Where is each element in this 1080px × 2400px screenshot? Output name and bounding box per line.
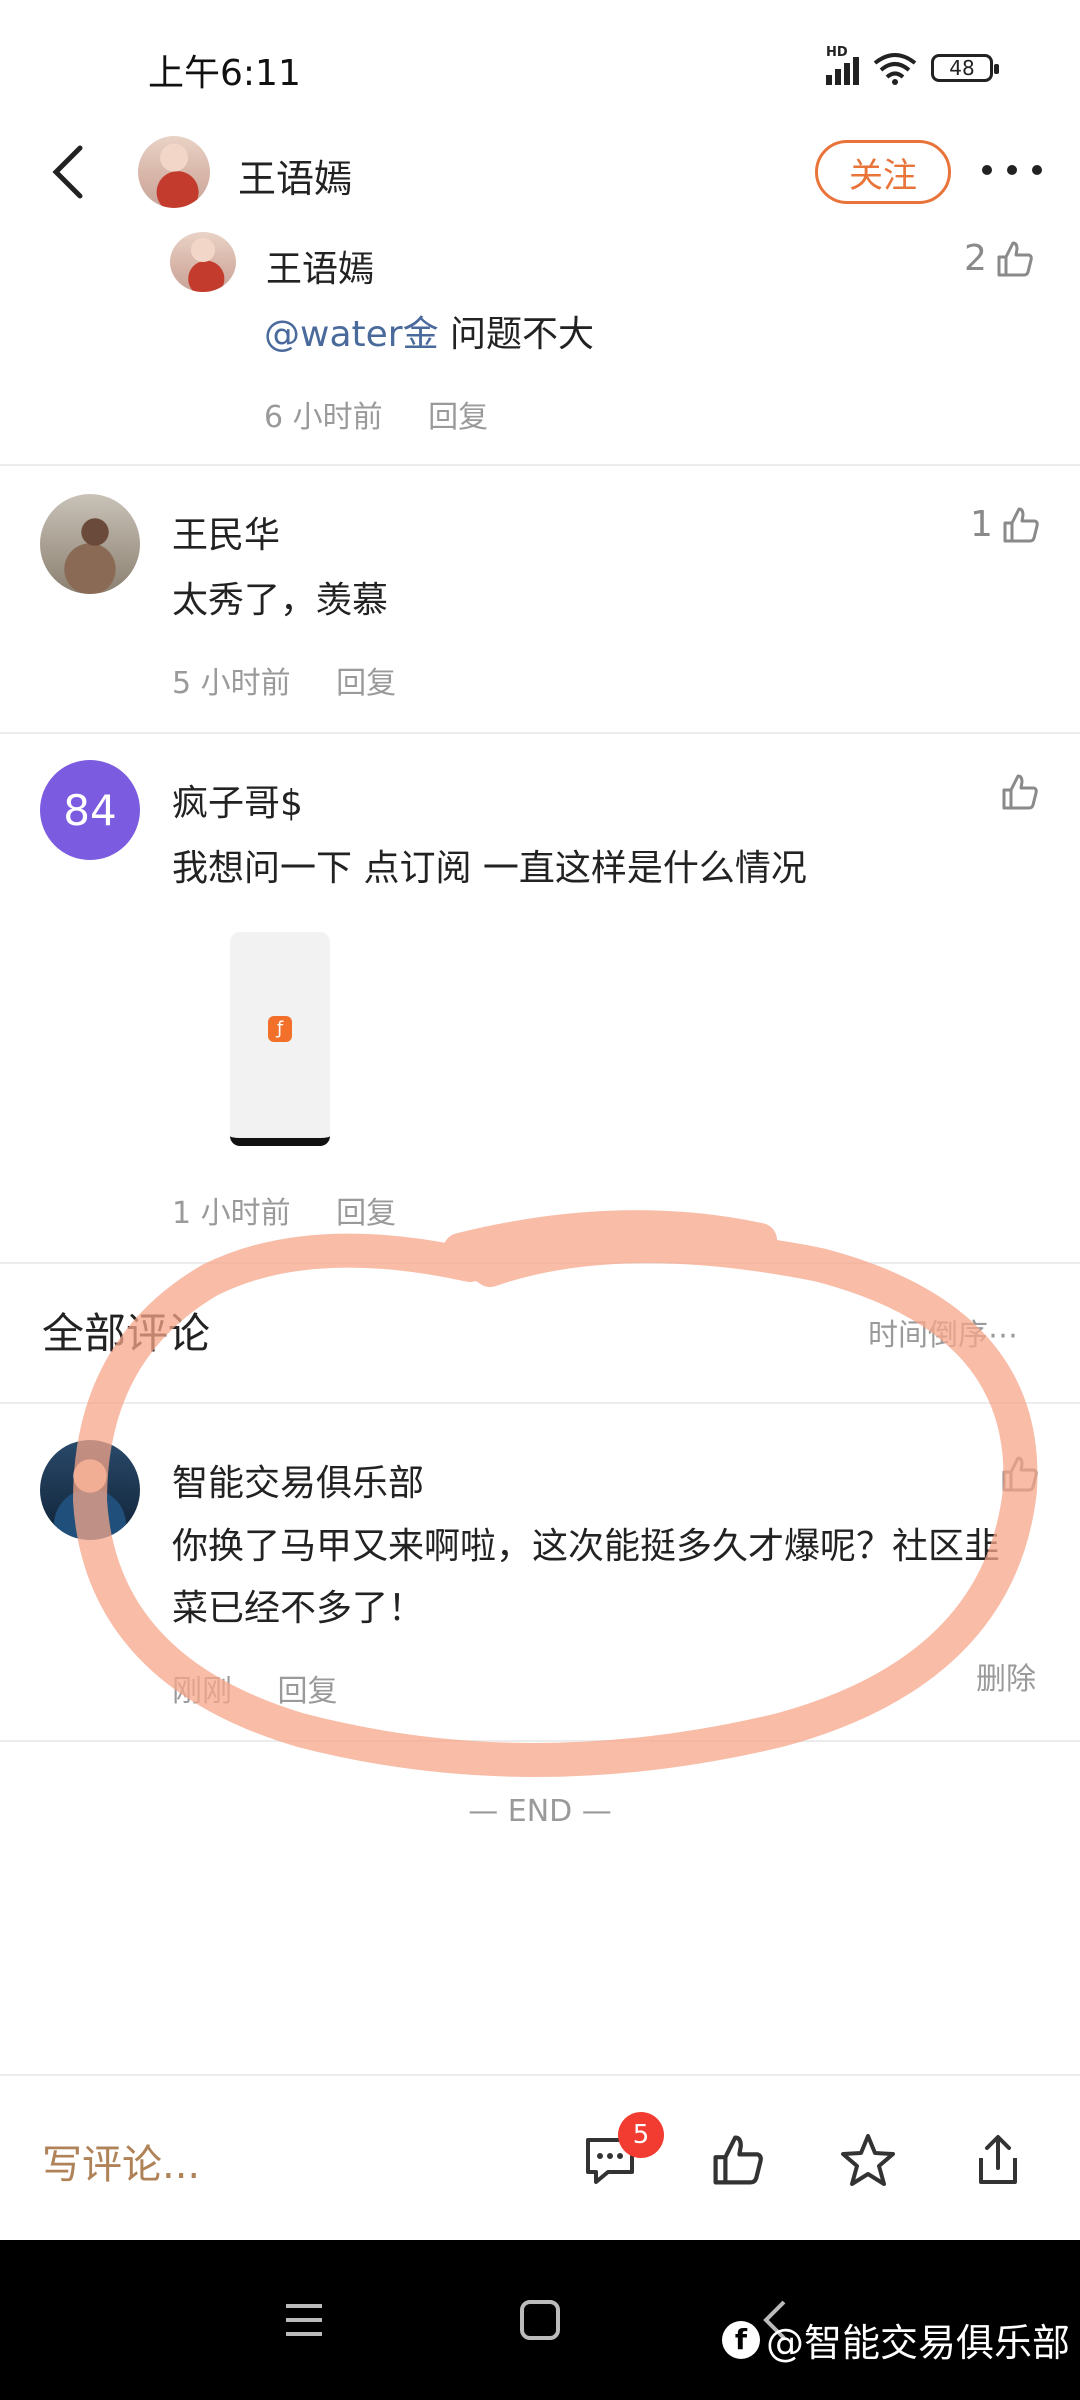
hd-label: HD: [826, 45, 848, 60]
more-dot-icon: [982, 165, 992, 175]
reply-link[interactable]: 回复: [428, 400, 488, 435]
divider: [0, 1262, 1080, 1264]
more-button[interactable]: [982, 160, 1042, 180]
home-square-icon: [520, 2300, 560, 2340]
reply-link[interactable]: 回复: [336, 1196, 396, 1231]
share-icon: [979, 2135, 1017, 2184]
like-button[interactable]: 1: [970, 504, 1041, 545]
mention-link[interactable]: @water金: [264, 314, 439, 355]
comment-time: 6 小时前: [264, 400, 383, 435]
app-logo-icon: ƒ: [268, 1016, 292, 1042]
section-title: 全部评论: [42, 1309, 211, 1358]
watermark-logo-icon: f: [722, 2320, 760, 2359]
like-button[interactable]: [1000, 1454, 1040, 1494]
comment-author[interactable]: 智能交易俱乐部: [172, 1454, 424, 1506]
comment-text: 你换了马甲又来啊啦，这次能挺多久才爆呢？社区韭菜已经不多了！: [172, 1526, 1001, 1629]
like-button[interactable]: [1000, 772, 1040, 812]
reply-link[interactable]: 回复: [278, 1674, 338, 1709]
menu-icon: [286, 2304, 322, 2336]
thumbs-up-icon: [1002, 774, 1038, 810]
back-button[interactable]: [42, 140, 98, 204]
comment-time: 5 小时前: [172, 666, 291, 701]
header-title: 王语嫣: [238, 157, 353, 201]
battery-indicator: 48: [931, 54, 999, 82]
comment-time: 1 小时前: [172, 1196, 291, 1231]
comment-body: 问题不大: [438, 314, 595, 355]
comment-meta: 6 小时前 回复: [264, 392, 488, 436]
comment-author[interactable]: 王语嫣: [266, 240, 374, 292]
like-count: 2: [964, 238, 987, 279]
author-avatar[interactable]: [138, 136, 210, 208]
commenter-avatar[interactable]: [40, 494, 140, 594]
like-post-button[interactable]: [702, 2124, 774, 2196]
comment-meta: 1 小时前 回复: [172, 1188, 396, 1232]
thumbs-up-icon: [1002, 1456, 1038, 1492]
thumbs-up-icon: [713, 2135, 763, 2185]
write-comment-input[interactable]: 写评论...: [42, 2132, 200, 2190]
divider: [0, 464, 1080, 466]
comment-meta: 5 小时前 回复: [172, 658, 396, 702]
wifi-icon: [873, 53, 917, 85]
favorite-button[interactable]: [832, 2124, 904, 2196]
follow-button[interactable]: 关注: [815, 140, 951, 204]
share-button[interactable]: [962, 2124, 1034, 2196]
comment-author[interactable]: 王民华: [172, 506, 280, 558]
commenter-avatar[interactable]: 84: [40, 760, 140, 860]
back-arrow-icon: [52, 145, 83, 199]
like-count: 1: [970, 504, 993, 545]
divider: [0, 1740, 1080, 1742]
sort-dropdown[interactable]: 时间倒序⋯: [868, 1310, 1018, 1354]
thumbs-up-icon: [1003, 507, 1039, 542]
like-button[interactable]: 2: [964, 238, 1035, 279]
divider: [0, 732, 1080, 734]
comment-text: 太秀了，羡慕: [172, 580, 389, 621]
more-dot-icon: [1032, 165, 1042, 175]
comment-meta: 刚刚 回复: [172, 1666, 338, 1710]
end-label: — END —: [468, 1794, 612, 1829]
comment-text: @water金 问题不大: [264, 304, 594, 366]
more-dot-icon: [1007, 165, 1017, 175]
recent-apps-button[interactable]: [282, 2300, 326, 2340]
status-time: 上午6:11: [148, 53, 301, 94]
signal-icon: HD: [826, 45, 859, 85]
delete-button[interactable]: 删除: [976, 1654, 1036, 1698]
divider: [0, 1402, 1080, 1404]
comment-image[interactable]: ƒ: [230, 932, 330, 1146]
home-button[interactable]: [518, 2298, 562, 2342]
comment-count-badge: 5: [618, 2112, 664, 2158]
star-icon: [841, 2134, 895, 2186]
status-icons: HD 48: [826, 45, 999, 88]
thumbs-up-icon: [997, 241, 1033, 276]
commenter-avatar[interactable]: [40, 1440, 140, 1540]
comment-author[interactable]: 疯子哥$: [172, 774, 303, 826]
watermark: f @智能交易俱乐部: [722, 2312, 1070, 2367]
watermark-text: @智能交易俱乐部: [766, 2321, 1071, 2365]
reply-link[interactable]: 回复: [336, 666, 396, 701]
comment-time: 刚刚: [172, 1674, 232, 1709]
comment-text: 我想问一下 点订阅 一直这样是什么情况: [172, 848, 807, 889]
commenter-avatar[interactable]: [170, 232, 236, 292]
